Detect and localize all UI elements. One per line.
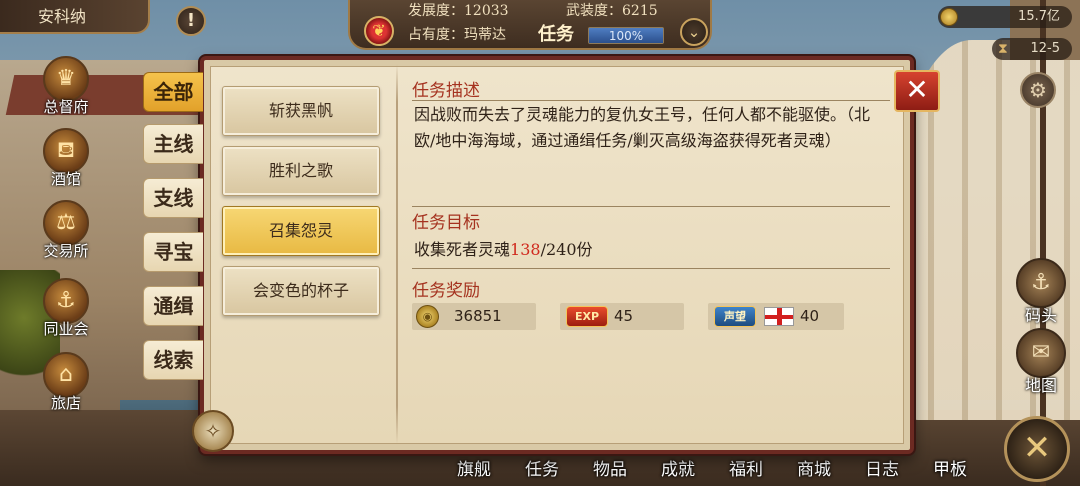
section-rule: [412, 206, 890, 207]
city-menu-label: 旅店: [50, 394, 81, 412]
tab-treasure[interactable]: 寻宝: [143, 232, 203, 272]
bottom-nav-items[interactable]: 物品: [576, 454, 644, 486]
date-value: 12-5: [1030, 41, 1060, 56]
city-menu-item-governor[interactable]: ♛ 总督府: [30, 56, 102, 122]
occupancy-stat: 占有度：玛蒂达: [408, 27, 506, 43]
compass-icon[interactable]: ✧: [192, 410, 234, 452]
city-crest-icon: ❦: [364, 16, 394, 46]
goal-prefix: 收集死者灵魂: [414, 240, 511, 259]
bottom-nav-welfare[interactable]: 福利: [712, 454, 780, 486]
date-counter: ⧗ 12-5: [992, 38, 1072, 60]
quest-item[interactable]: 会变色的杯子: [222, 266, 380, 316]
page-title: 任务: [538, 24, 574, 45]
bottom-nav-flagship[interactable]: 旗舰: [440, 454, 508, 486]
quest-item-selected[interactable]: 召集怨灵: [222, 206, 380, 256]
bottom-nav: 旗舰 任务 物品 成就 福利 商城 日志 甲板: [440, 454, 1000, 486]
description-title: 任务描述: [412, 81, 480, 101]
description-text: 因战败而失去了灵魂能力的复仇女王号，任何人都不能驱使。（北欧/地中海海域，通过通…: [414, 105, 871, 150]
map-icon: ✉: [1016, 328, 1066, 378]
tab-main[interactable]: 主线: [143, 124, 203, 164]
military-stat: 武装度：6215: [566, 3, 658, 19]
city-menu-label: 酒馆: [50, 170, 81, 188]
side-button-label: 地图: [1024, 376, 1057, 395]
tab-all[interactable]: 全部: [143, 72, 203, 112]
reward-reputation: 声望 40: [708, 303, 844, 330]
tab-side[interactable]: 支线: [143, 178, 203, 218]
occupancy-progress-bar: 100%: [588, 27, 664, 44]
reputation-badge-icon: 声望: [714, 306, 756, 327]
goal-suffix: /240份: [540, 240, 593, 259]
tavern-icon: ⛾: [43, 128, 89, 174]
development-stat: 发展度：12033: [408, 3, 509, 19]
crown-icon: ♛: [43, 56, 89, 102]
hourglass-icon: ⧗: [998, 41, 1008, 57]
bottom-nav-deck[interactable]: 甲板: [916, 454, 984, 486]
tab-wanted[interactable]: 通缉: [143, 286, 203, 326]
bottom-nav-tasks[interactable]: 任务: [508, 454, 576, 486]
city-menu-label: 总督府: [43, 98, 89, 116]
city-menu-label: 交易所: [43, 242, 89, 260]
crossed-swords-icon[interactable]: ✕: [1004, 416, 1070, 482]
alert-icon[interactable]: !: [176, 6, 206, 36]
side-button-label: 码头: [1024, 306, 1057, 325]
gold-coin-icon: ◉: [416, 305, 439, 328]
england-flag-icon: [764, 307, 794, 326]
city-menu-item-tavern[interactable]: ⛾ 酒馆: [30, 128, 102, 194]
side-button-dock[interactable]: ⚓ 码头: [1008, 258, 1074, 338]
reward-gold: ◉ 36851: [412, 303, 536, 330]
side-button-map[interactable]: ✉ 地图: [1008, 328, 1074, 408]
city-name[interactable]: 安科纳: [0, 0, 150, 34]
quest-item[interactable]: 胜利之歌: [222, 146, 380, 196]
goal-text: 收集死者灵魂138/240份: [414, 238, 593, 262]
reward-gold-amount: 36851: [454, 307, 502, 325]
guild-icon: ⚓: [43, 278, 89, 324]
exp-badge-icon: EXP: [566, 306, 608, 327]
city-menu-item-inn[interactable]: ⌂ 旅店: [30, 352, 102, 418]
gold-counter: 15.7亿: [938, 6, 1072, 28]
chevron-down-icon[interactable]: ⌄: [680, 18, 708, 46]
reward-exp-amount: 45: [614, 307, 634, 325]
dock-icon: ⚓: [1016, 258, 1066, 308]
reward-exp: EXP 45: [560, 303, 684, 330]
reward-title: 任务奖励: [412, 281, 480, 301]
city-menu-item-guild[interactable]: ⚓ 同业会: [30, 278, 102, 344]
gear-icon[interactable]: ⚙: [1020, 72, 1056, 108]
close-icon[interactable]: ✕: [894, 70, 940, 112]
gold-amount: 15.7亿: [1018, 9, 1060, 24]
city-menu-label: 同业会: [43, 320, 89, 338]
section-rule: [412, 268, 890, 269]
bottom-nav-log[interactable]: 日志: [848, 454, 916, 486]
bottom-nav-achievements[interactable]: 成就: [644, 454, 712, 486]
inn-icon: ⌂: [43, 352, 89, 398]
goal-title: 任务目标: [412, 213, 480, 233]
reward-reputation-amount: 40: [800, 307, 820, 325]
section-rule: [412, 100, 890, 101]
bottom-nav-shop[interactable]: 商城: [780, 454, 848, 486]
city-status-banner: 发展度：12033 武装度：6215 ❦ 占有度：玛蒂达 任务 100% ⌄: [348, 0, 712, 50]
gold-coin-icon: [940, 8, 958, 26]
tab-clues[interactable]: 线索: [143, 340, 203, 380]
quest-item[interactable]: 斩获黑帆: [222, 86, 380, 136]
progress-text: 100%: [608, 29, 644, 43]
goal-current: 138: [510, 240, 541, 259]
scales-icon: ⚖: [43, 200, 89, 246]
city-menu-item-exchange[interactable]: ⚖ 交易所: [30, 200, 102, 266]
panel-divider: [396, 64, 398, 444]
